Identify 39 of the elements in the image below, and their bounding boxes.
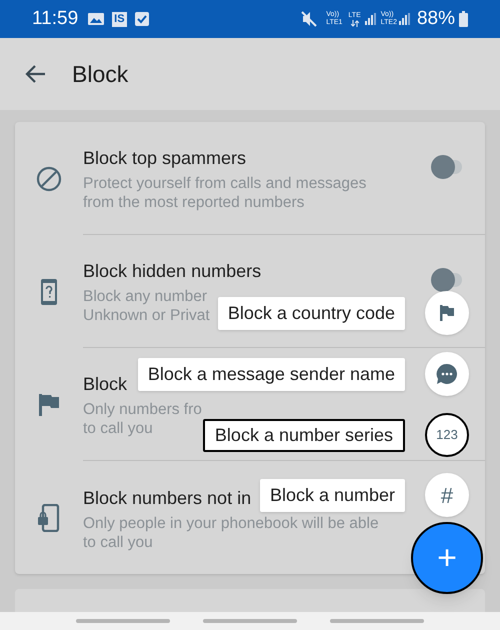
battery-icon [459, 11, 468, 27]
page-title: Block [72, 60, 128, 89]
action-label[interactable]: Block a number [260, 479, 405, 512]
clock-time: 11:59 [32, 6, 78, 31]
flag-icon [439, 304, 455, 322]
mute-icon [300, 11, 318, 27]
back-button[interactable] [24, 64, 46, 84]
setting-description: Only numbers fro [83, 400, 202, 419]
signal-icon [398, 13, 411, 25]
battery-percent: 88% [416, 6, 455, 31]
setting-description: Protect yourself from calls and messages [83, 174, 366, 193]
signal-icon [364, 13, 377, 25]
action-label[interactable]: Block a message sender name [138, 358, 405, 391]
setting-title: Block top spammers [83, 147, 246, 170]
symbol-label: 123 [436, 426, 458, 444]
phone-question-icon [40, 278, 58, 306]
image-icon [88, 12, 104, 26]
phone-lock-icon [38, 504, 60, 532]
nav-handle[interactable] [202, 619, 297, 623]
setting-title: Block hidden numbers [83, 260, 262, 283]
symbol-label: # [440, 482, 454, 510]
chat-bubble-icon [436, 363, 458, 385]
setting-description: Unknown or Privat [83, 306, 210, 325]
setting-description: from the most reported numbers [83, 193, 304, 212]
notification-badge: IS [112, 12, 127, 26]
setting-description: Block any number [83, 287, 208, 306]
setting-description: to call you [83, 419, 153, 438]
setting-description: Only people in your phonebook will be able [83, 514, 379, 532]
flag-icon [38, 392, 60, 416]
setting-title: Block numbers not in [83, 486, 252, 510]
nav-handle[interactable] [330, 619, 424, 623]
action-label[interactable]: Block a country code [218, 297, 405, 330]
data-arrows-icon [350, 20, 359, 26]
nav-handle[interactable] [76, 619, 170, 623]
setting-description: to call you [83, 532, 153, 552]
blocked-icon [36, 166, 62, 192]
checkbox-icon [134, 12, 149, 26]
setting-title: Block [83, 373, 128, 396]
action-label[interactable]: Block a number series [202, 419, 405, 452]
